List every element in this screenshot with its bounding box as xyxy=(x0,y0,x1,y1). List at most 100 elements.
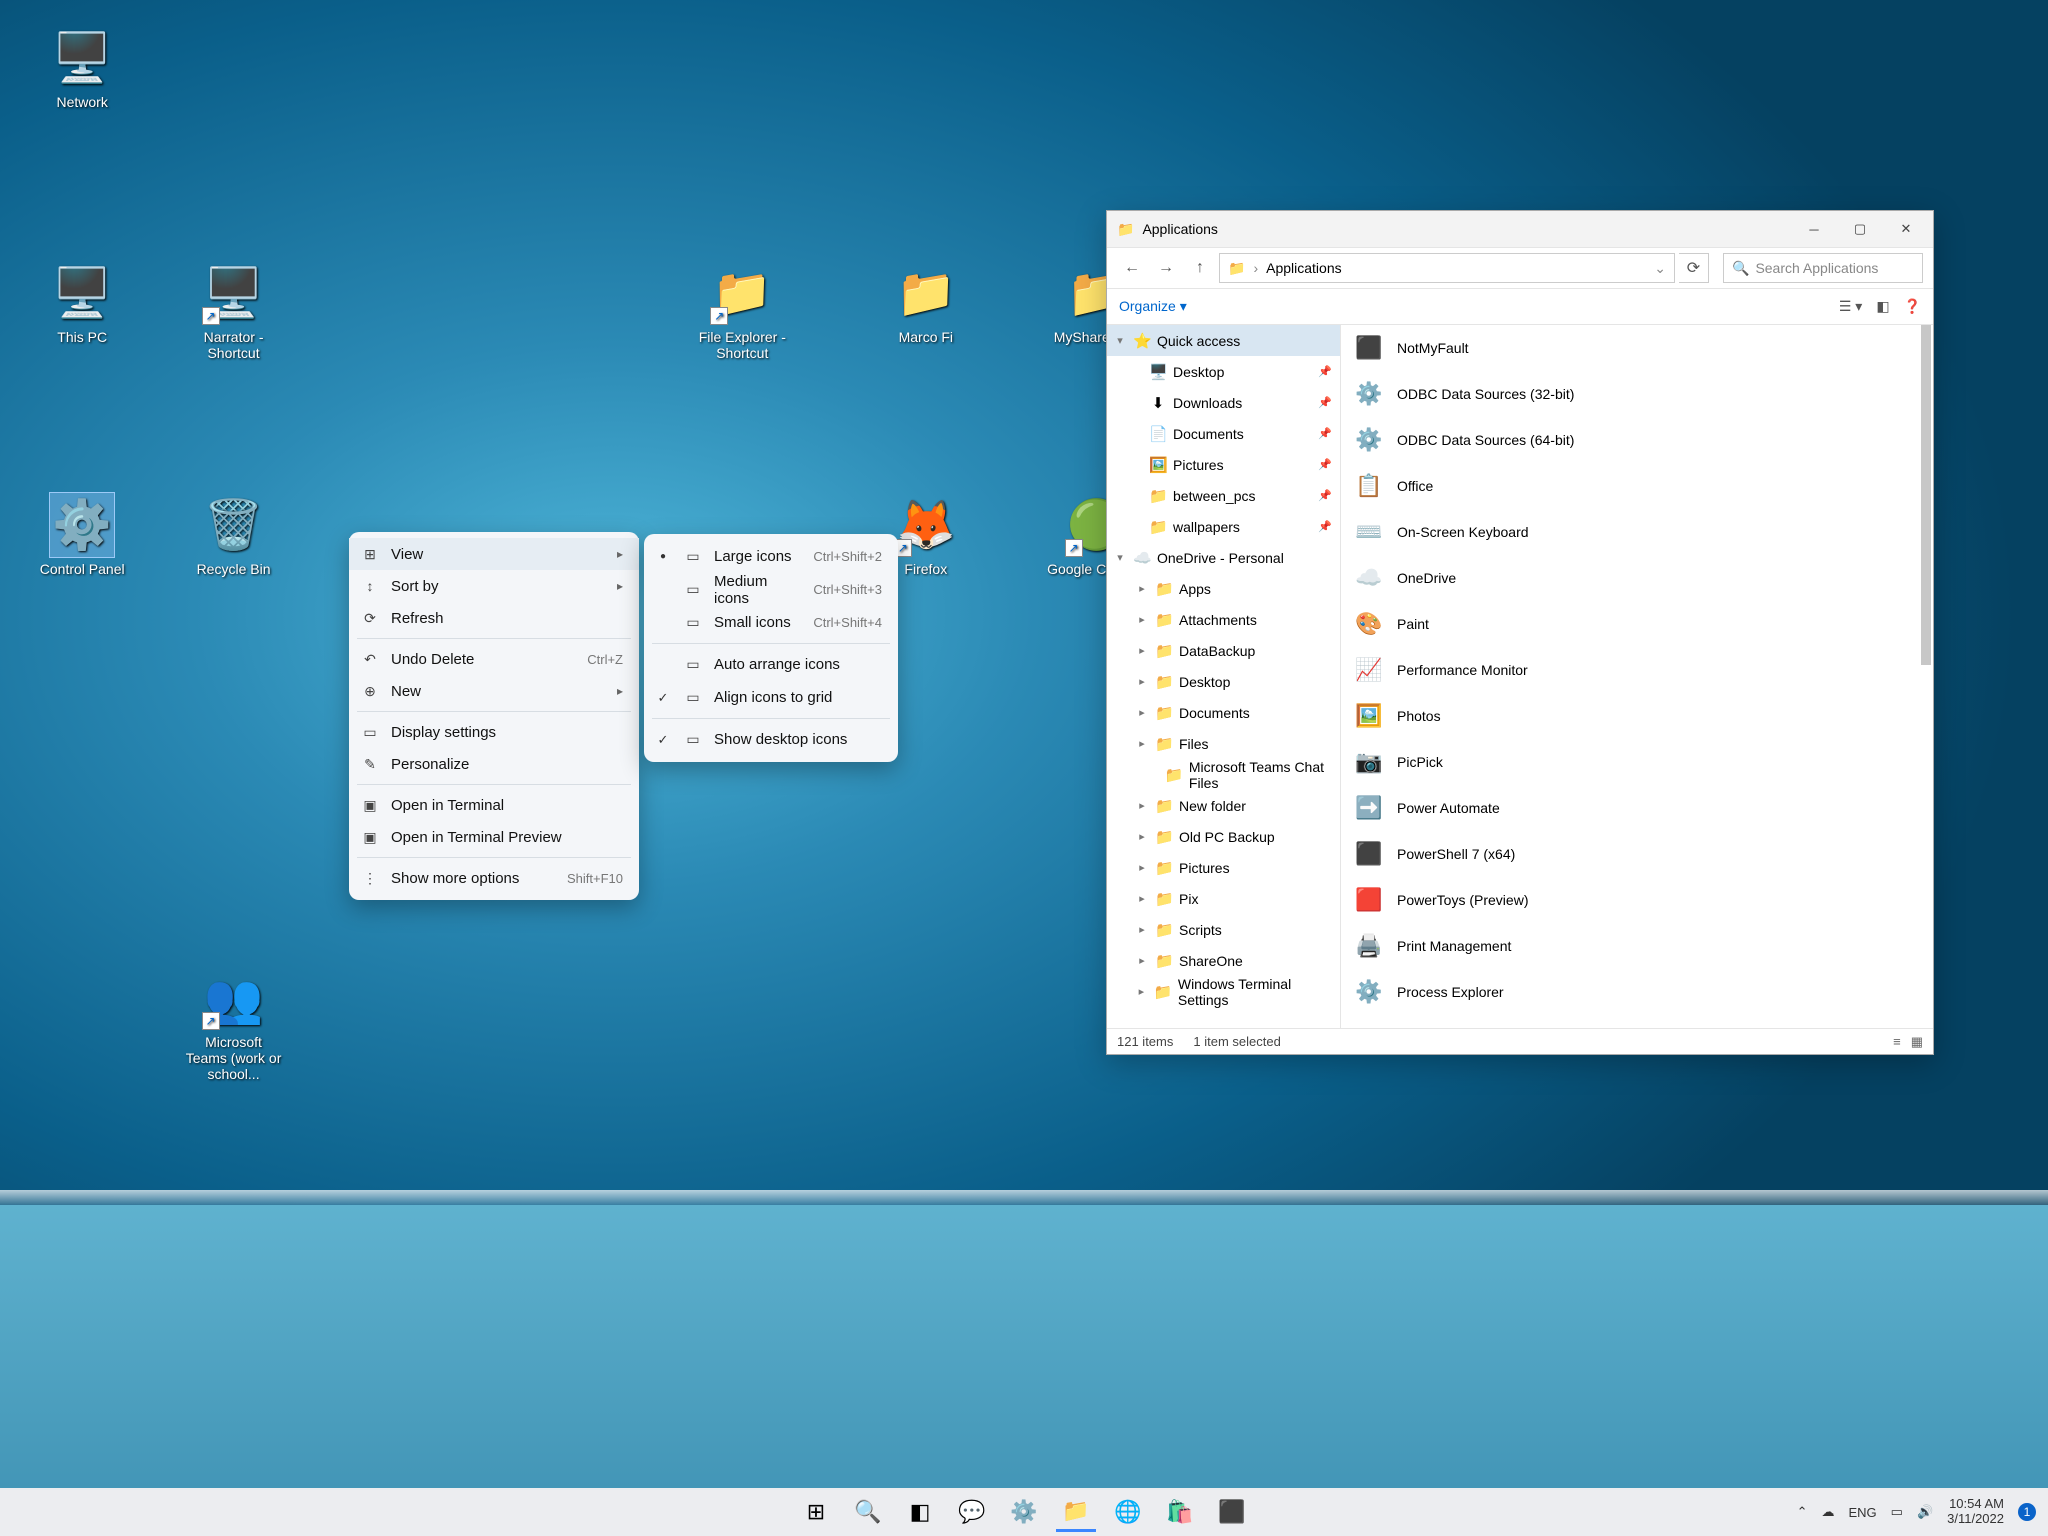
file-list[interactable]: ⬛ NotMyFault ⚙️ ODBC Data Sources (32-bi… xyxy=(1341,325,1933,1028)
nav-item[interactable]: ▸ 📁 Pictures xyxy=(1107,852,1340,883)
volume-icon[interactable]: 🔊 xyxy=(1917,1504,1933,1520)
file-item[interactable]: 📋 Office xyxy=(1341,463,1933,509)
taskbar[interactable]: ⊞ 🔍 ◧ 💬 ⚙️ 📁 🌐 🛍️ ⬛ ⌃ ☁ ENG ▭ 🔊 10:54 AM… xyxy=(0,1488,2048,1536)
organize-button[interactable]: Organize ▾ xyxy=(1119,298,1187,315)
menu-item[interactable]: ▣ Open in Terminal xyxy=(349,789,639,821)
up-button[interactable]: ↑ xyxy=(1185,253,1215,283)
twisty-icon[interactable]: ▾ xyxy=(1113,551,1127,564)
nav-item[interactable]: ▸ 📁 DataBackup xyxy=(1107,635,1340,666)
twisty-icon[interactable]: ▸ xyxy=(1135,923,1149,936)
menu-item[interactable]: ▭ Display settings xyxy=(349,716,639,748)
chat-button[interactable]: 💬 xyxy=(952,1492,992,1532)
nav-item[interactable]: ▾ ☁️ OneDrive - Personal xyxy=(1107,542,1340,573)
taskbar-search-button[interactable]: 🔍 xyxy=(848,1492,888,1532)
back-button[interactable]: ← xyxy=(1117,253,1147,283)
forward-button[interactable]: → xyxy=(1151,253,1181,283)
tray-chevron-icon[interactable]: ⌃ xyxy=(1797,1504,1808,1520)
menu-item[interactable]: ⟳ Refresh xyxy=(349,602,639,634)
file-item[interactable]: ⚙️ Process Explorer xyxy=(1341,969,1933,1015)
menu-item[interactable]: ● ▭ Large icons Ctrl+Shift+2 xyxy=(644,540,898,573)
menu-item[interactable]: ▭ Small icons Ctrl+Shift+4 xyxy=(644,606,898,639)
twisty-icon[interactable]: ▸ xyxy=(1135,830,1149,843)
menu-item[interactable]: ↕ Sort by ▸ xyxy=(349,570,639,602)
search-input[interactable]: 🔍 Search Applications xyxy=(1723,253,1923,283)
scrollbar-thumb[interactable] xyxy=(1921,325,1931,665)
nav-item[interactable]: ⬇ Downloads 📌 xyxy=(1107,387,1340,418)
explorer-taskbar-button[interactable]: 📁 xyxy=(1056,1492,1096,1532)
refresh-button[interactable]: ⟳ xyxy=(1679,253,1709,283)
file-item[interactable]: ⚙️ ODBC Data Sources (64-bit) xyxy=(1341,417,1933,463)
file-item[interactable]: 🖨️ Print Management xyxy=(1341,923,1933,969)
menu-item[interactable]: ▭ Medium icons Ctrl+Shift+3 xyxy=(644,573,898,606)
terminal-button[interactable]: ⬛ xyxy=(1212,1492,1252,1532)
nav-item[interactable]: ▸ 📁 Desktop xyxy=(1107,666,1340,697)
twisty-icon[interactable]: ▾ xyxy=(1113,334,1127,347)
nav-item[interactable]: 🖥️ Desktop 📌 xyxy=(1107,356,1340,387)
twisty-icon[interactable]: ▸ xyxy=(1135,613,1149,626)
desktop-icon[interactable]: ⚙️ Control Panel xyxy=(32,493,132,577)
menu-item[interactable]: ⋮ Show more options Shift+F10 xyxy=(349,862,639,894)
twisty-icon[interactable]: ▸ xyxy=(1135,706,1149,719)
menu-item[interactable]: ✓ ▭ Show desktop icons xyxy=(644,723,898,756)
file-item[interactable]: 🎨 Paint xyxy=(1341,601,1933,647)
store-button[interactable]: 🛍️ xyxy=(1160,1492,1200,1532)
nav-item[interactable]: 📁 Microsoft Teams Chat Files xyxy=(1107,759,1340,790)
taskview-button[interactable]: ◧ xyxy=(900,1492,940,1532)
twisty-icon[interactable]: ▸ xyxy=(1135,861,1149,874)
system-tray[interactable]: ⌃ ☁ ENG ▭ 🔊 10:54 AM 3/11/2022 1 xyxy=(1797,1497,2048,1527)
start-button[interactable]: ⊞ xyxy=(796,1492,836,1532)
navigation-pane[interactable]: ▾ ⭐ Quick access 🖥️ Desktop 📌 ⬇ Download… xyxy=(1107,325,1341,1028)
nav-item[interactable]: ▸ 📁 ShareOne xyxy=(1107,945,1340,976)
desktop-icon[interactable]: 👥 ↗ Microsoft Teams (work or school... xyxy=(184,966,284,1082)
twisty-icon[interactable]: ▸ xyxy=(1135,582,1149,595)
maximize-button[interactable]: ▢ xyxy=(1837,211,1883,247)
minimize-button[interactable]: ─ xyxy=(1791,211,1837,247)
settings-button[interactable]: ⚙️ xyxy=(1004,1492,1044,1532)
close-button[interactable]: ✕ xyxy=(1883,211,1929,247)
desktop-icon[interactable]: 🖥️ This PC xyxy=(32,261,132,345)
file-item[interactable]: 📷 PicPick xyxy=(1341,739,1933,785)
nav-item[interactable]: ▸ 📁 Scripts xyxy=(1107,914,1340,945)
file-item[interactable]: ➡️ Power Automate xyxy=(1341,785,1933,831)
menu-item[interactable]: ▣ Open in Terminal Preview xyxy=(349,821,639,853)
nav-item[interactable]: ▸ 📁 Pix xyxy=(1107,883,1340,914)
desktop-icon[interactable]: 📁 ↗ File Explorer - Shortcut xyxy=(692,261,792,361)
preview-pane-button[interactable]: ◧ xyxy=(1876,298,1889,315)
file-item[interactable]: ☁️ OneDrive xyxy=(1341,555,1933,601)
notification-badge[interactable]: 1 xyxy=(2018,1503,2036,1521)
desktop-icon[interactable]: 🗑️ Recycle Bin xyxy=(184,493,284,577)
desktop-icon[interactable]: 📁 Marco Fi xyxy=(876,261,976,345)
desktop-icon[interactable]: 🖥️ Network xyxy=(32,26,132,110)
nav-item[interactable]: ▸ 📁 Attachments xyxy=(1107,604,1340,635)
file-item[interactable]: ⬛ PowerShell 7 (x64) xyxy=(1341,831,1933,877)
onedrive-tray-icon[interactable]: ☁ xyxy=(1821,1504,1834,1520)
file-item[interactable]: ⌨️ On-Screen Keyboard xyxy=(1341,509,1933,555)
twisty-icon[interactable]: ▸ xyxy=(1135,644,1149,657)
menu-item[interactable]: ▭ Auto arrange icons xyxy=(644,648,898,681)
nav-item[interactable]: 📁 between_pcs 📌 xyxy=(1107,480,1340,511)
menu-item[interactable]: ↶ Undo Delete Ctrl+Z xyxy=(349,643,639,675)
details-view-button[interactable]: ≡ xyxy=(1893,1034,1901,1050)
menu-item[interactable]: ⊞ View ▸ xyxy=(349,538,639,570)
nav-item[interactable]: ▸ 📁 Old PC Backup xyxy=(1107,821,1340,852)
breadcrumb-item[interactable]: Applications xyxy=(1266,260,1342,276)
view-options-button[interactable]: ☰ ▾ xyxy=(1839,298,1862,315)
desktop[interactable]: 🖥️ Network 🖥️ This PC 🖥️ ↗ Narrator - Shor… xyxy=(0,0,2048,1536)
menu-item[interactable]: ✎ Personalize xyxy=(349,748,639,780)
breadcrumb-box[interactable]: 📁 › Applications ⌄ xyxy=(1219,253,1675,283)
nav-item[interactable]: 🖼️ Pictures 📌 xyxy=(1107,449,1340,480)
language-indicator[interactable]: ENG xyxy=(1848,1505,1876,1520)
twisty-icon[interactable]: ▸ xyxy=(1135,985,1148,998)
chevron-down-icon[interactable]: ⌄ xyxy=(1654,260,1666,277)
twisty-icon[interactable]: ▸ xyxy=(1135,954,1149,967)
twisty-icon[interactable]: ▸ xyxy=(1135,737,1149,750)
file-item[interactable]: ⬛ NotMyFault xyxy=(1341,325,1933,371)
clock[interactable]: 10:54 AM 3/11/2022 xyxy=(1947,1497,2004,1527)
nav-item[interactable]: ▾ ⭐ Quick access xyxy=(1107,325,1340,356)
nav-item[interactable]: ▸ 📁 Files xyxy=(1107,728,1340,759)
desktop-icon[interactable]: 🖥️ ↗ Narrator - Shortcut xyxy=(184,261,284,361)
file-item[interactable]: 🟥 PowerToys (Preview) xyxy=(1341,877,1933,923)
titlebar[interactable]: 📁 Applications ─ ▢ ✕ xyxy=(1107,211,1933,247)
menu-item[interactable]: ⊕ New ▸ xyxy=(349,675,639,707)
nav-item[interactable]: ▸ 📁 Documents xyxy=(1107,697,1340,728)
